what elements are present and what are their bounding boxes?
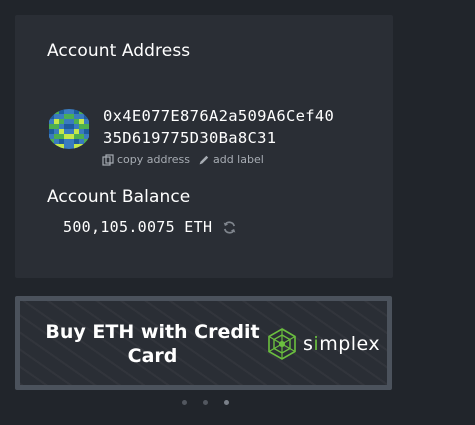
add-label-label: add label xyxy=(212,153,264,166)
pager-dot-1[interactable] xyxy=(181,400,187,405)
balance-value: 500,105.0075 ETH xyxy=(63,218,213,236)
simplex-wordmark: simplex xyxy=(303,333,381,355)
buy-card-inner: Buy ETH with Credit Card simplex xyxy=(20,301,387,385)
refresh-icon xyxy=(223,220,236,234)
simplex-logo-icon xyxy=(268,328,296,360)
identicon-avatar xyxy=(47,109,91,149)
pencil-icon xyxy=(199,155,209,164)
pager-dot-3[interactable] xyxy=(223,400,229,405)
add-label-button[interactable]: add label xyxy=(198,153,264,166)
simplex-logo: simplex xyxy=(265,327,380,361)
account-balance-title: Account Balance xyxy=(47,187,191,207)
carousel-pager xyxy=(0,400,410,405)
account-address: 0x4E077E876A2a509A6Cef40 35D619775D30Ba8… xyxy=(103,105,334,149)
account-card: Account Address 0x4E077E876A2a509A6Cef40… xyxy=(15,15,393,278)
account-balance: 500,105.0075 ETH xyxy=(63,218,237,236)
buy-eth-credit-card-button[interactable]: Buy ETH with Credit Card simplex xyxy=(15,296,392,390)
pager-dot-2[interactable] xyxy=(202,400,208,405)
address-line-2: 35D619775D30Ba8C31 xyxy=(103,129,277,147)
address-line-1: 0x4E077E876A2a509A6Cef40 xyxy=(103,107,335,125)
copy-address-button[interactable]: copy address xyxy=(102,153,190,166)
refresh-balance-button[interactable] xyxy=(222,220,237,235)
page: Account Address 0x4E077E876A2a509A6Cef40… xyxy=(0,0,475,425)
account-address-title: Account Address xyxy=(47,41,191,61)
copy-address-label: copy address xyxy=(117,153,190,166)
address-actions: copy address add label xyxy=(102,153,272,166)
copy-icon xyxy=(102,153,114,166)
buy-eth-label: Buy ETH with Credit Card xyxy=(45,321,260,367)
